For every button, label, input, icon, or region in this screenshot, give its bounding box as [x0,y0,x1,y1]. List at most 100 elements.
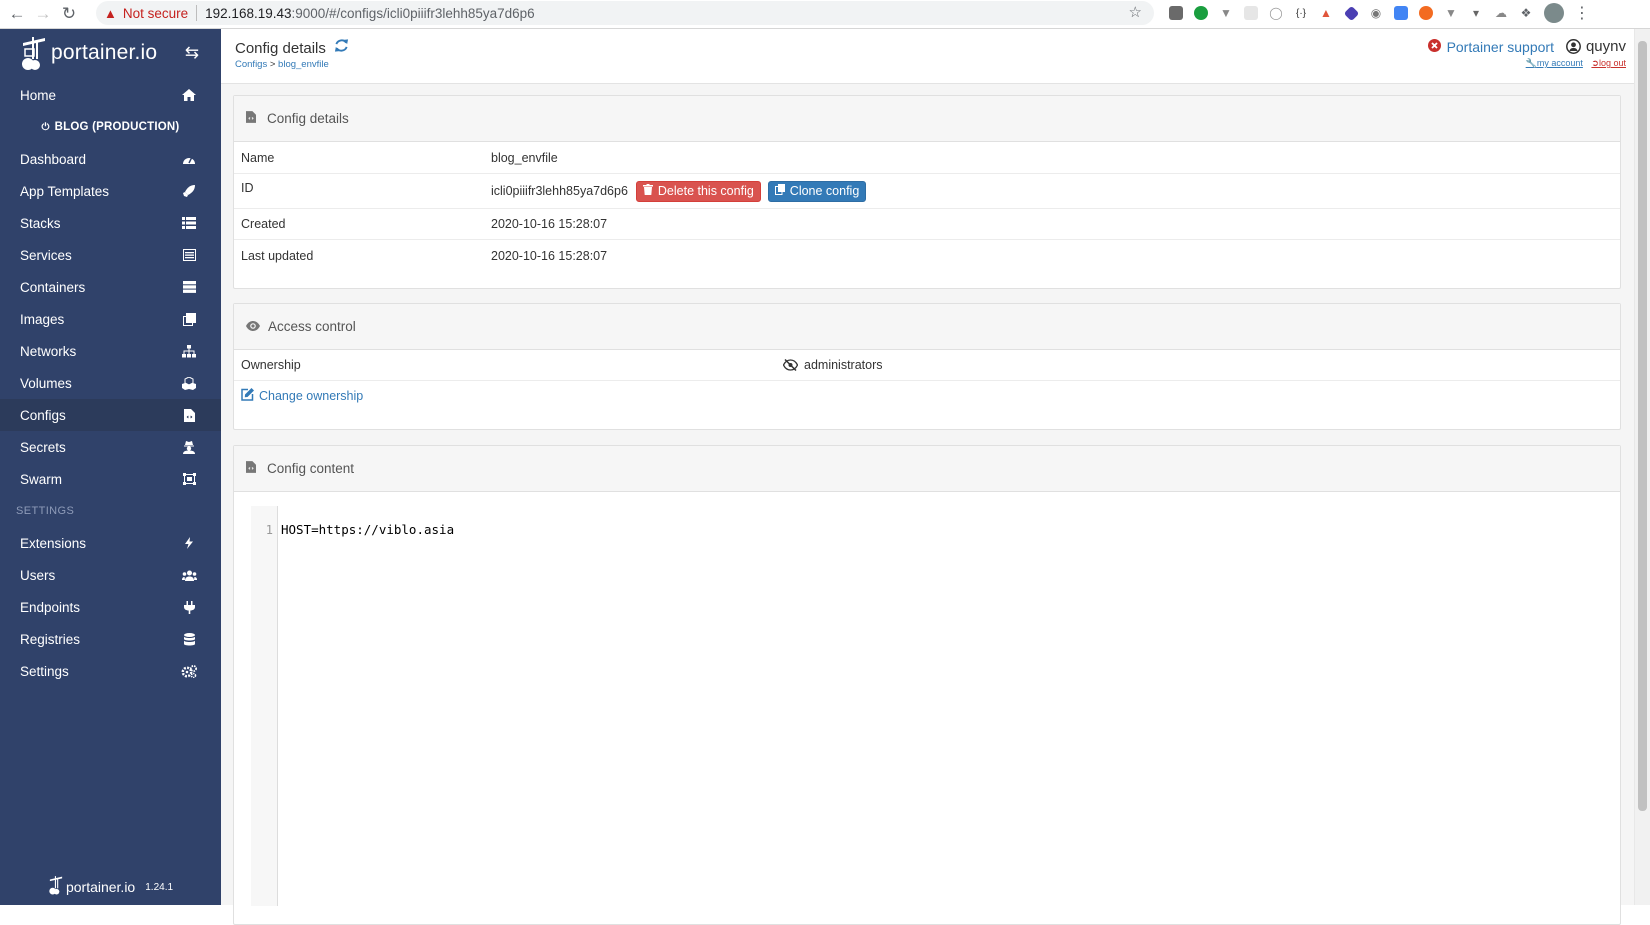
change-ownership-link[interactable]: Change ownership [234,381,1620,411]
refresh-icon[interactable] [334,38,349,58]
extension-icon[interactable]: ◉ [1365,3,1387,23]
extension-icon[interactable]: {·} [1290,3,1312,23]
portainer-logo-icon[interactable] [20,35,48,71]
my-account-link[interactable]: 🔧my account [1526,58,1583,68]
extension-icon[interactable] [1165,3,1187,23]
not-secure-label[interactable]: Not secure [123,6,188,21]
extension-icon[interactable] [1415,3,1437,23]
footer-logo-text: portainer.io [65,879,136,895]
sidebar-item-home[interactable]: Home [0,79,221,111]
kebab-menu-icon[interactable]: ⋮ [1572,3,1592,23]
panel-heading: Config details [234,96,1620,142]
breadcrumb-configs-link[interactable]: Configs [235,59,267,70]
main-content: Config details Configs > blog_envfile Po… [221,29,1634,925]
user-menu[interactable]: quynv [1566,38,1626,55]
name-label: Name [241,150,275,165]
sidebar-item-label: Images [20,311,65,327]
sidebar-item-configs[interactable]: Configs [0,399,221,431]
sidebar-header: portainer.io ⇆ [0,29,221,77]
extension-icon[interactable]: ▲ [1315,3,1337,23]
id-value: icli0piiifr3lehh85ya7d6p6 [491,184,628,198]
bookmark-star-icon[interactable]: ☆ [1129,3,1142,21]
version-label: 1.24.1 [145,881,174,893]
access-control-panel: Access control Ownership administrators … [233,303,1621,430]
breadcrumb-separator: > [267,59,279,70]
clone-icon [181,312,197,326]
sitemap-icon [181,344,197,358]
sidebar-item-registries[interactable]: Registries [0,623,221,655]
profile-avatar[interactable] [1544,3,1564,23]
support-icon[interactable] [1427,38,1441,55]
sidebar-item-label: Users [20,567,56,583]
extension-icon[interactable] [1190,3,1212,23]
sidebar-item-images[interactable]: Images [0,303,221,335]
user-secret-icon [181,440,197,454]
sidebar-item-label: Endpoints [20,599,81,615]
portainer-support-link[interactable]: Portainer support [1447,39,1554,55]
code-editor[interactable]: 1 HOST=https://viblo.asia [251,506,1620,906]
page-title: Config details [235,38,349,58]
scrollbar-thumb[interactable] [1638,41,1647,811]
extension-icon[interactable] [1240,3,1262,23]
config-details-panel: Config details Name blog_envfile ID icli… [233,95,1621,289]
sidebar-item-settings[interactable]: Settings [0,655,221,687]
sidebar-item-secrets[interactable]: Secrets [0,431,221,463]
url-host: 192.168.19.43 [205,5,292,21]
cubes-icon [181,376,197,390]
sidebar-item-stacks[interactable]: Stacks [0,207,221,239]
extension-icon[interactable]: ☁ [1490,3,1512,23]
panel-title: Access control [268,319,356,334]
bolt-icon [181,536,197,550]
sidebar-item-volumes[interactable]: Volumes [0,367,221,399]
extension-icon[interactable]: ▾ [1465,3,1487,23]
sidebar-item-endpoints[interactable]: Endpoints [0,591,221,623]
updated-value: 2020-10-16 15:28:07 [491,248,608,263]
breadcrumb-current[interactable]: blog_envfile [278,59,329,70]
sidebar-item-label: Settings [20,663,69,679]
forward-button[interactable]: → [30,1,56,27]
clone-config-label: Clone config [789,184,860,198]
sidebar-item-label: Containers [20,279,86,295]
th-list-icon [181,216,197,230]
edit-icon [241,388,254,404]
sidebar-item-users[interactable]: Users [0,559,221,591]
extension-icon[interactable] [1340,3,1362,23]
clone-config-button[interactable]: Clone config [767,180,867,202]
panel-heading: Access control [234,304,1620,350]
sidebar-item-dashboard[interactable]: Dashboard [0,143,221,175]
name-row: Name blog_envfile [234,142,1620,174]
logo-text[interactable]: portainer.io [51,41,157,65]
reload-button[interactable]: ↻ [56,1,82,27]
database-icon [181,632,197,646]
user-circle-icon [1566,39,1581,54]
extension-icon[interactable] [1390,3,1412,23]
sidebar-item-swarm[interactable]: Swarm [0,463,221,495]
code-line[interactable]: HOST=https://viblo.asia [281,522,454,537]
sidebar-item-label: Volumes [20,375,72,391]
sidebar-item-label: Extensions [20,535,87,551]
log-out-link[interactable]: ➲log out [1591,58,1626,68]
page-scrollbar[interactable] [1634,29,1650,905]
delete-config-button[interactable]: Delete this config [635,180,761,202]
sidebar-toggle-icon[interactable]: ⇆ [185,43,199,63]
puzzle-icon[interactable]: ❖ [1515,3,1537,23]
sidebar-item-label: Dashboard [20,151,87,167]
address-bar[interactable]: ▲ Not secure 192.168.19.43:9000/#/config… [96,1,1154,25]
sidebar-settings-heading: SETTINGS [16,505,75,517]
back-button[interactable]: ← [4,1,30,27]
change-ownership-label: Change ownership [259,389,364,403]
extension-icon[interactable]: ▼ [1440,3,1462,23]
extension-icon[interactable]: ▼ [1215,3,1237,23]
sidebar-item-services[interactable]: Services [0,239,221,271]
sidebar-item-containers[interactable]: Containers [0,271,221,303]
panel-title: Config content [267,461,355,476]
extension-icon[interactable]: ◯ [1265,3,1287,23]
sidebar-item-app-templates[interactable]: App Templates [0,175,221,207]
home-icon [181,88,197,102]
url-path: :9000/#/configs/icli0piiifr3lehh85ya7d6p… [291,5,535,21]
endpoint-label: BLOG (PRODUCTION) [54,121,180,133]
sidebar-item-extensions[interactable]: Extensions [0,527,221,559]
name-value: blog_envfile [491,150,558,165]
line-number: 1 [265,523,273,537]
sidebar-item-networks[interactable]: Networks [0,335,221,367]
